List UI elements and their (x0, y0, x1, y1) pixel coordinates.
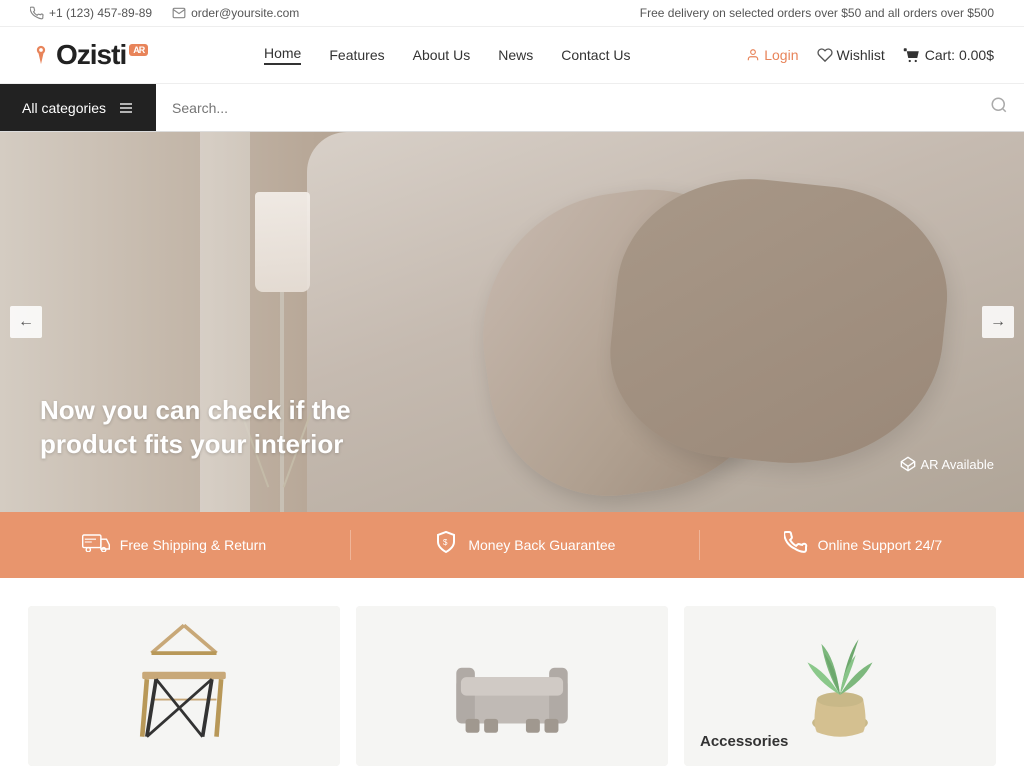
feature-divider-1 (350, 530, 351, 560)
chair-visual-container (28, 606, 340, 766)
truck-icon (82, 532, 110, 552)
plant-visual (795, 616, 885, 746)
phone-icon (30, 6, 44, 20)
nav-home[interactable]: Home (264, 45, 301, 65)
slider-prev-button[interactable]: ← (10, 306, 42, 338)
feature-guarantee: $ Money Back Guarantee (434, 530, 615, 560)
search-bar: All categories (0, 84, 1024, 132)
product-card-accessories[interactable]: Accessories (684, 606, 996, 766)
nav-features[interactable]: Features (329, 47, 384, 63)
search-input[interactable] (172, 100, 958, 116)
ar-icon (900, 456, 916, 472)
hero-slider: ← → Now you can check if the product fit… (0, 132, 1024, 512)
hero-ar-badge: AR Available (900, 456, 994, 472)
accessories-label: Accessories (700, 733, 788, 750)
phone-support-icon (784, 530, 808, 554)
guarantee-icon: $ (434, 530, 458, 560)
sofa-visual (447, 636, 577, 746)
nav-right: Login Wishlist Cart: 0.00$ (746, 46, 994, 64)
phone-info: +1 (123) 457-89-89 (30, 6, 152, 20)
feature-shipping: Free Shipping & Return (82, 532, 266, 558)
feature-shipping-label: Free Shipping & Return (120, 537, 266, 553)
lamp-shade (255, 192, 310, 292)
cart-icon (903, 46, 921, 64)
search-input-wrap[interactable] (156, 84, 974, 131)
email-info: order@yoursite.com (172, 6, 299, 20)
wishlist-button[interactable]: Wishlist (817, 47, 885, 63)
search-icon (990, 96, 1008, 114)
hero-content: Now you can check if the product fits yo… (0, 394, 400, 512)
product-card-sofa[interactable] (356, 606, 668, 766)
hero-title: Now you can check if the product fits yo… (40, 394, 400, 462)
nav-about[interactable]: About Us (413, 47, 471, 63)
feature-support: Online Support 24/7 (784, 530, 943, 560)
feature-guarantee-label: Money Back Guarantee (468, 537, 615, 553)
login-icon (746, 48, 760, 62)
search-button[interactable] (974, 84, 1024, 131)
email-icon (172, 6, 186, 20)
logo[interactable]: Ozisti AR (30, 39, 148, 71)
product-card-chair[interactable] (28, 606, 340, 766)
main-nav: Home Features About Us News Contact Us (264, 45, 630, 65)
top-bar: +1 (123) 457-89-89 order@yoursite.com Fr… (0, 0, 1024, 27)
shipping-icon (82, 532, 110, 558)
heart-icon (817, 47, 833, 63)
logo-icon (30, 44, 52, 66)
support-icon (784, 530, 808, 560)
feature-divider-2 (699, 530, 700, 560)
features-bar: Free Shipping & Return $ Money Back Guar… (0, 512, 1024, 578)
menu-icon (118, 100, 134, 116)
ar-badge: AR (129, 44, 148, 56)
categories-button[interactable]: All categories (0, 84, 156, 131)
nav-news[interactable]: News (498, 47, 533, 63)
top-bar-left: +1 (123) 457-89-89 order@yoursite.com (30, 6, 299, 20)
header: Ozisti AR Home Features About Us News Co… (0, 27, 1024, 84)
chair-visual (124, 616, 244, 746)
cart-button[interactable]: Cart: 0.00$ (903, 46, 994, 64)
shield-icon: $ (434, 530, 458, 554)
login-button[interactable]: Login (746, 47, 798, 63)
sofa-visual-container (356, 606, 668, 766)
feature-support-label: Online Support 24/7 (818, 537, 943, 553)
promo-text: Free delivery on selected orders over $5… (640, 6, 994, 20)
svg-text:$: $ (443, 538, 448, 547)
nav-contact[interactable]: Contact Us (561, 47, 630, 63)
slider-next-button[interactable]: → (982, 306, 1014, 338)
